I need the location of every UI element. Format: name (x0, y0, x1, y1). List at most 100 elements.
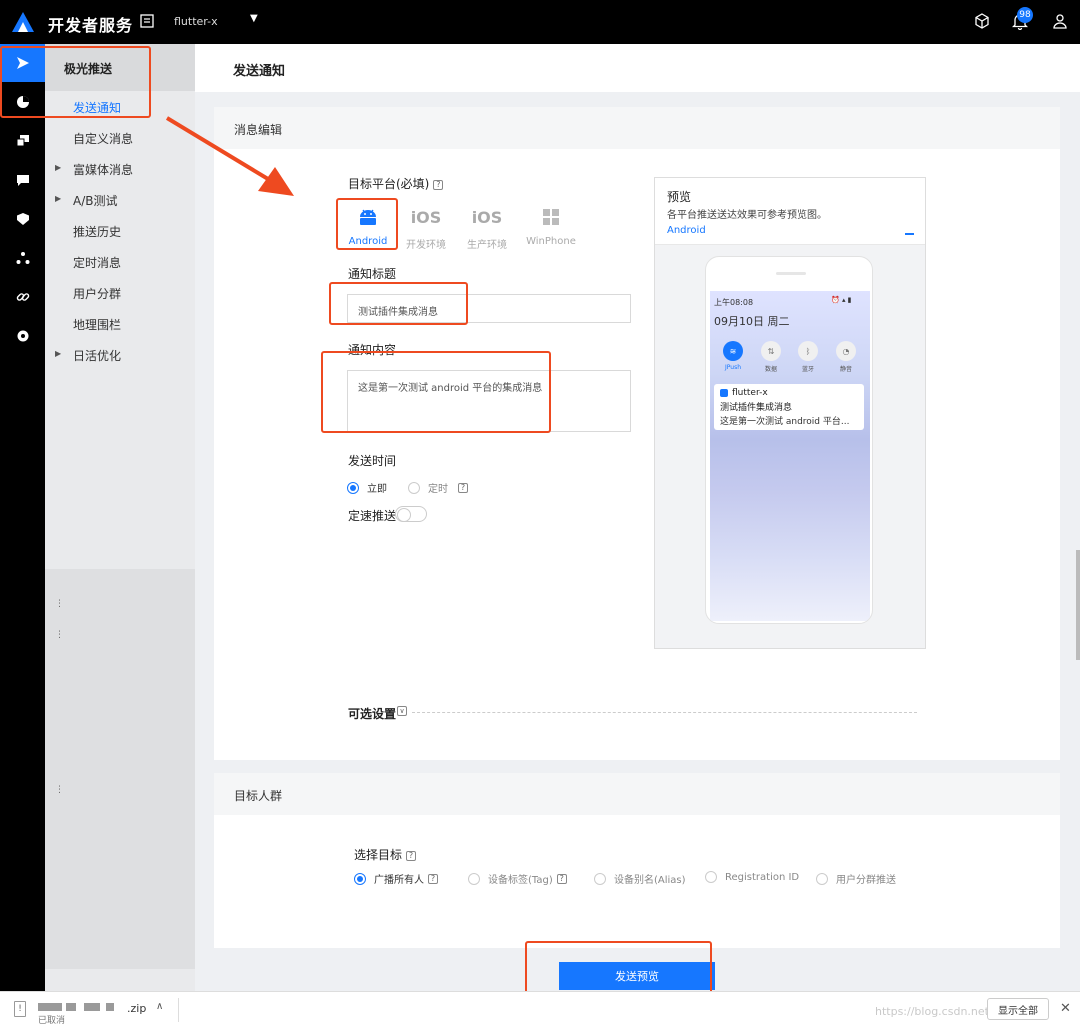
radio-icon (816, 872, 828, 885)
rail-shield-icon[interactable] (0, 200, 45, 238)
ios-icon: iOS (471, 207, 503, 227)
download-file-ext[interactable]: .zip (127, 1002, 146, 1015)
chevron-right-icon: ▶ (55, 194, 62, 203)
icon-rail (0, 44, 45, 1027)
redacted-filename (66, 1003, 76, 1011)
help-icon[interactable]: ? (458, 482, 468, 493)
phone-time: 上午08:08 (714, 298, 754, 307)
divider (412, 712, 917, 713)
file-icon: ! (14, 1001, 26, 1017)
chevron-up-icon[interactable]: ∧ (156, 1001, 163, 1012)
annotation-box (329, 282, 468, 325)
annotation-box (525, 941, 712, 996)
data-icon: ⇅ (761, 341, 781, 361)
target-registration-id[interactable]: Registration ID (705, 871, 799, 883)
notification-body: 这是第一次测试 android 平台... (720, 417, 850, 427)
top-bar: 开发者服务 flutter-x ▼ 98 (0, 0, 1080, 44)
help-icon[interactable]: ? (428, 873, 438, 884)
bluetooth-icon: ᛒ (798, 341, 818, 361)
platform-label: 目标平台(必填)? (348, 175, 444, 192)
phone-speaker (776, 272, 806, 275)
target-user-segment[interactable]: 用户分群推送 (816, 871, 896, 886)
cube-icon[interactable] (974, 13, 990, 29)
subnav-item-custom-message[interactable]: 自定义消息 (73, 130, 133, 147)
phone-mockup: 上午08:08 ⏰ ▴ ▮ 09月10日 周二 ≋ JPush ⇅ 数据 ᛒ 蓝… (705, 256, 873, 624)
annotation-box (0, 46, 151, 118)
subnav-item-geofence[interactable]: 地理围栏 (73, 316, 121, 333)
scrollbar[interactable] (1076, 550, 1080, 660)
chevron-down-icon[interactable]: ▼ (250, 13, 258, 24)
subnav-item-ab-test[interactable]: A/B测试 (73, 192, 118, 209)
send-time-immediate[interactable]: 立即 (347, 480, 387, 495)
subnav-item-segments[interactable]: 用户分群 (73, 285, 121, 302)
annotation-arrow (165, 116, 294, 196)
brand-title: 开发者服务 (48, 16, 134, 35)
show-all-button[interactable]: 显示全部 (987, 998, 1049, 1020)
radio-icon (408, 481, 420, 494)
preview-title: 预览 (667, 190, 692, 204)
select-target-label: 选择目标? (354, 846, 417, 863)
subnav-item-scheduled[interactable]: 定时消息 (73, 254, 121, 271)
help-icon[interactable]: ? (556, 873, 567, 884)
download-status: 已取消 (38, 1016, 66, 1026)
rate-limit-label: 定速推送 (348, 509, 397, 523)
quick-setting-mute: ◔ 静音 (833, 341, 859, 373)
subnav-lower-area (45, 569, 195, 969)
phone-date: 09月10日 周二 (714, 315, 790, 328)
watermark: https://blog.csdn.net/... (875, 1005, 1004, 1018)
redacted-filename (106, 1003, 114, 1011)
preview-subtitle: 各平台推送送达效果可参考预览图。 (667, 210, 827, 221)
target-broadcast[interactable]: 广播所有人? (354, 871, 438, 886)
quick-setting-data: ⇅ 数据 (758, 341, 784, 373)
platform-ios-dev[interactable]: iOS 开发环境 (396, 204, 456, 256)
rail-settings-icon[interactable] (0, 317, 45, 355)
rail-window-icon[interactable] (0, 122, 45, 160)
card-header: 消息编辑 (214, 107, 1060, 149)
optional-settings-label[interactable]: 可选设置 (348, 705, 396, 722)
platform-ios-prod[interactable]: iOS 生产环境 (457, 204, 517, 256)
redacted-filename (38, 1003, 62, 1011)
preview-tab-android[interactable]: Android (667, 225, 706, 236)
rail-link-icon[interactable] (0, 278, 45, 316)
collapse-icon[interactable] (905, 233, 914, 235)
target-audience-card: 目标人群 (214, 773, 1060, 948)
send-time-scheduled[interactable]: 定时? (408, 480, 468, 495)
page-title: 发送通知 (233, 64, 286, 79)
main-header: 发送通知 (195, 44, 1080, 92)
help-icon[interactable]: ? (433, 179, 444, 190)
platform-winphone[interactable]: WinPhone (521, 204, 581, 256)
title-label: 通知标题 (348, 267, 397, 281)
app-selector[interactable]: flutter-x (174, 15, 218, 28)
subnav-item-dau-optimize[interactable]: 日活优化 (73, 347, 121, 364)
send-time-label: 发送时间 (348, 454, 397, 468)
annotation-box (321, 351, 551, 433)
rail-nodes-icon[interactable] (0, 239, 45, 277)
help-icon[interactable]: ? (406, 850, 417, 861)
rail-message-icon[interactable] (0, 161, 45, 199)
wifi-icon: ≋ (723, 341, 743, 361)
target-tag[interactable]: 设备标签(Tag)? (468, 871, 567, 886)
resize-handle-icon: ⋮ (55, 785, 64, 795)
quick-setting-jpush: ≋ JPush (720, 341, 746, 371)
radio-icon (468, 872, 480, 885)
rate-limit-toggle[interactable] (395, 506, 427, 522)
radio-icon (594, 872, 606, 885)
app-list-icon[interactable] (140, 14, 154, 28)
windows-icon (543, 209, 559, 225)
notification-badge: 98 (1017, 7, 1033, 23)
chevron-right-icon: ▶ (55, 349, 62, 358)
subnav-item-rich-media[interactable]: 富媒体消息 (73, 161, 133, 178)
chevron-down-icon[interactable]: ∨ (397, 706, 407, 716)
close-icon[interactable]: ✕ (1060, 1001, 1071, 1016)
chevron-right-icon: ▶ (55, 163, 62, 172)
phone-status-icons: ⏰ ▴ ▮ (831, 296, 852, 304)
phone-notification-card: flutter-x 测试插件集成消息 这是第一次测试 android 平台... (714, 384, 864, 430)
target-alias[interactable]: 设备别名(Alias) (594, 871, 686, 886)
radio-icon (705, 871, 717, 883)
subnav-item-push-history[interactable]: 推送历史 (73, 223, 121, 240)
platform-winphone-label: WinPhone (526, 236, 576, 247)
radio-checked-icon (347, 481, 359, 494)
user-icon[interactable] (1052, 13, 1068, 29)
logo-icon[interactable] (10, 10, 36, 34)
platform-ios-prod-label: 生产环境 (467, 240, 507, 251)
